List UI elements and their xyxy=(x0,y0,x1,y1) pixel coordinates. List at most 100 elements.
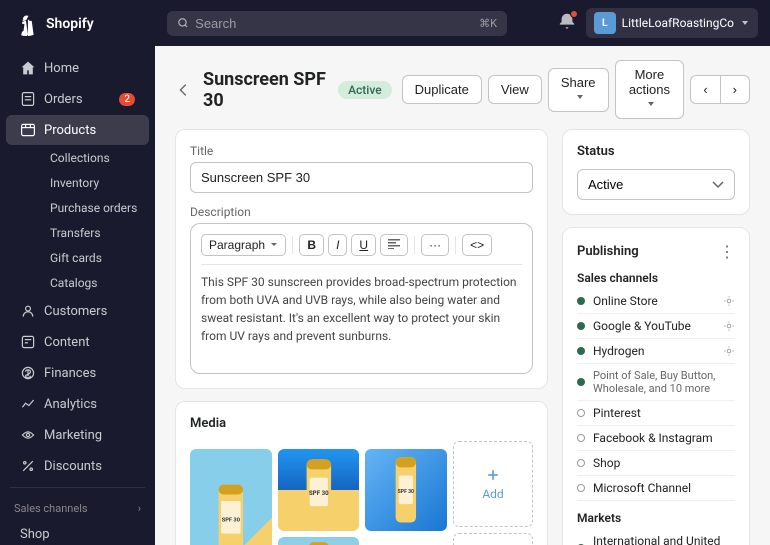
sidebar-item-discounts[interactable]: Discounts xyxy=(6,451,149,481)
orders-badge: 2 xyxy=(119,93,135,106)
channel-label: Online Store xyxy=(593,294,658,308)
sidebar-label-customers: Customers xyxy=(44,304,107,319)
channel-label: Microsoft Channel xyxy=(593,481,691,495)
next-button[interactable]: › xyxy=(720,75,750,104)
header-actions: Duplicate View Share More actions ‹ › xyxy=(402,60,750,119)
search-shortcut: ⌘K xyxy=(479,17,497,30)
side-column: Status Active Draft Publishing ⋮ Sales c… xyxy=(562,129,750,545)
prev-button[interactable]: ‹ xyxy=(690,75,719,104)
toolbar-underline-btn[interactable]: U xyxy=(351,234,376,256)
toolbar-paragraph-btn[interactable]: Paragraph xyxy=(201,234,286,256)
sidebar-item-home[interactable]: Home xyxy=(6,53,149,83)
sidebar-item-purchase-orders[interactable]: Purchase orders xyxy=(42,196,149,220)
channel-facebook-instagram[interactable]: Facebook & Instagram xyxy=(577,426,735,451)
sidebar-item-customers[interactable]: Customers xyxy=(6,296,149,326)
market-international[interactable]: International and United States xyxy=(577,529,735,545)
title-input[interactable] xyxy=(190,162,533,193)
add-label: Add xyxy=(482,487,503,501)
back-button[interactable] xyxy=(175,81,193,99)
back-arrow-icon xyxy=(175,81,193,99)
markets-section-label: Markets xyxy=(577,511,735,525)
add-from-url-button[interactable]: Add from URL xyxy=(453,533,533,545)
sidebar-item-content[interactable]: Content xyxy=(6,327,149,357)
toolbar-sep-2 xyxy=(414,236,415,254)
topbar-right: L LittleLoafRoastingCo xyxy=(558,8,758,38)
sunscreen-tube-svg-1: SPF 30 xyxy=(190,449,272,545)
page-header: Sunscreen SPF 30 Active Duplicate View S… xyxy=(155,46,770,129)
view-button[interactable]: View xyxy=(488,75,542,104)
channel-label: Point of Sale, Buy Button, Wholesale, an… xyxy=(593,369,735,395)
inactive-dot-icon xyxy=(577,459,585,467)
channel-google-youtube[interactable]: Google & YouTube xyxy=(577,314,735,339)
media-item-1[interactable]: SPF 30 xyxy=(190,449,272,545)
products-submenu: Collections Inventory Purchase orders Tr… xyxy=(0,146,155,295)
toolbar-italic-btn[interactable]: I xyxy=(328,234,347,256)
marketing-icon xyxy=(20,427,36,443)
store-selector[interactable]: L LittleLoafRoastingCo xyxy=(586,8,758,38)
chevron-down-icon xyxy=(740,18,750,28)
description-content[interactable]: This SPF 30 sunscreen provides broad-spe… xyxy=(201,273,522,363)
sales-channels-header: Sales channels › xyxy=(0,494,155,519)
sidebar-label-discounts: Discounts xyxy=(44,459,102,474)
media-item-3[interactable]: SPF 30 xyxy=(365,449,447,531)
svg-text:SPF 30: SPF 30 xyxy=(398,489,414,495)
sidebar-item-collections[interactable]: Collections xyxy=(42,146,149,170)
sidebar-label-purchase-orders: Purchase orders xyxy=(50,201,137,215)
active-dot-icon xyxy=(577,378,585,386)
sidebar-item-marketing[interactable]: Marketing xyxy=(6,420,149,450)
sidebar-item-gift-cards[interactable]: Gift cards xyxy=(42,246,149,270)
more-actions-button[interactable]: More actions xyxy=(615,60,685,119)
share-button[interactable]: Share xyxy=(548,68,609,112)
expand-icon[interactable]: › xyxy=(138,502,141,515)
sunscreen-tube-svg-2: SPF 30 xyxy=(278,449,360,531)
sidebar-item-orders[interactable]: Orders 2 xyxy=(6,84,149,114)
media-item-4[interactable]: SPF 30 xyxy=(278,537,360,545)
media-item-2[interactable]: SPF 30 xyxy=(278,449,360,531)
search-input[interactable] xyxy=(195,16,473,31)
channel-label: Pinterest xyxy=(593,406,641,420)
home-icon xyxy=(20,60,36,76)
channel-label: Hydrogen xyxy=(593,344,644,358)
channel-more[interactable]: Point of Sale, Buy Button, Wholesale, an… xyxy=(577,364,735,401)
chevron-down-icon xyxy=(270,241,278,249)
publishing-menu-button[interactable]: ⋮ xyxy=(719,242,735,261)
toolbar-align-btn[interactable] xyxy=(380,234,408,256)
sidebar-item-finances[interactable]: Finances xyxy=(6,358,149,388)
channel-hydrogen[interactable]: Hydrogen xyxy=(577,339,735,364)
settings-icon xyxy=(723,345,735,357)
sidebar-item-transfers[interactable]: Transfers xyxy=(42,221,149,245)
sidebar-item-analytics[interactable]: Analytics xyxy=(6,389,149,419)
toolbar-bold-btn[interactable]: B xyxy=(299,234,324,256)
content-area: Sunscreen SPF 30 Active Duplicate View S… xyxy=(155,46,770,545)
toolbar-more-btn[interactable]: ··· xyxy=(421,234,449,256)
toolbar-code-btn[interactable]: <> xyxy=(462,234,492,256)
settings-icon xyxy=(723,320,735,332)
channel-shop[interactable]: Shop xyxy=(577,451,735,476)
channel-online-store[interactable]: Online Store xyxy=(577,289,735,314)
notification-dot xyxy=(570,10,578,18)
sidebar-item-catalogs[interactable]: Catalogs xyxy=(42,271,149,295)
sidebar-item-products[interactable]: Products xyxy=(6,115,149,145)
svg-text:SPF 30: SPF 30 xyxy=(309,490,329,497)
channel-microsoft[interactable]: Microsoft Channel xyxy=(577,476,735,501)
active-dot-icon xyxy=(577,347,585,355)
status-select[interactable]: Active Draft xyxy=(577,169,735,200)
orders-icon xyxy=(20,91,36,107)
media-add-column: Add Add from URL xyxy=(453,441,533,545)
customers-icon xyxy=(20,303,36,319)
media-card: Media SPF 30 xyxy=(175,401,548,545)
sidebar-item-shop[interactable]: Shop xyxy=(6,520,149,545)
analytics-icon xyxy=(20,396,36,412)
notification-bell[interactable] xyxy=(558,12,576,34)
add-media-button[interactable]: Add xyxy=(453,441,533,527)
main-column: Title Description Paragraph B I U xyxy=(175,129,548,545)
sidebar-divider-1 xyxy=(10,487,145,488)
sidebar-item-inventory[interactable]: Inventory xyxy=(42,171,149,195)
search-bar[interactable]: ⌘K xyxy=(167,11,507,36)
channel-pinterest[interactable]: Pinterest xyxy=(577,401,735,426)
duplicate-button[interactable]: Duplicate xyxy=(402,75,482,104)
sidebar-label-home: Home xyxy=(44,61,79,76)
sidebar-label-analytics: Analytics xyxy=(44,397,97,412)
description-label: Description xyxy=(190,205,533,219)
sidebar-logo[interactable]: Shopify xyxy=(0,0,155,48)
